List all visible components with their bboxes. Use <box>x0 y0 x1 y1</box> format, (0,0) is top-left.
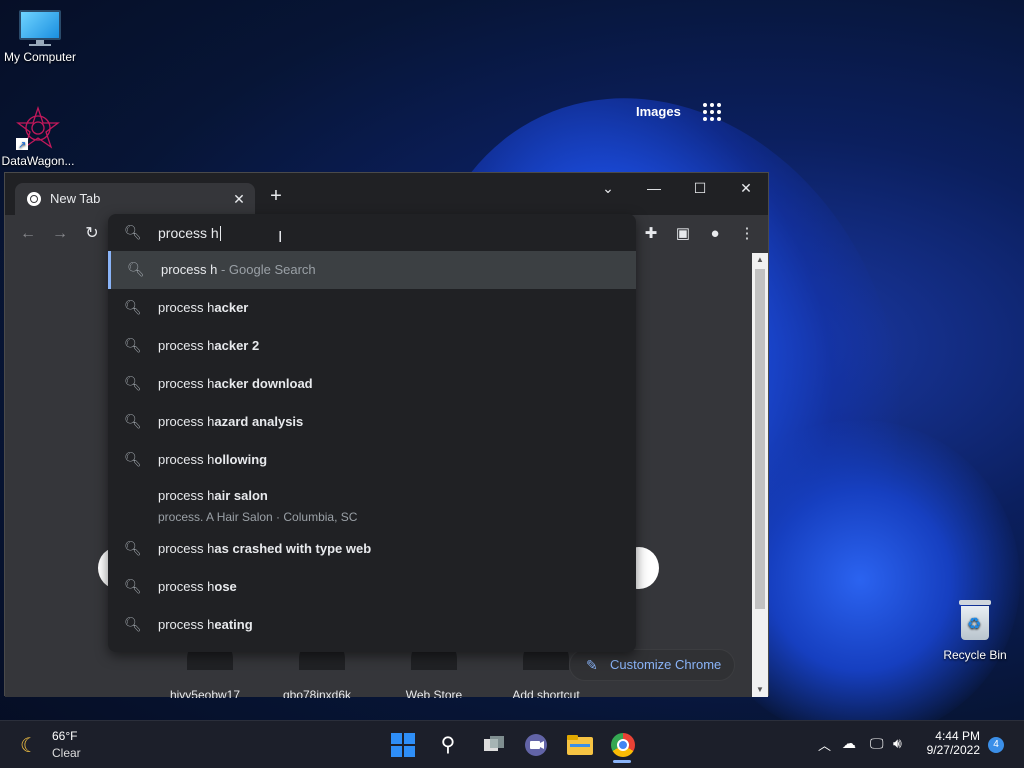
google-apps-grid-icon[interactable] <box>703 103 721 121</box>
svg-text:↗: ↗ <box>18 140 26 150</box>
desktop-icon-label: DataWagon... <box>1 154 75 168</box>
new-tab-button[interactable]: + <box>265 185 287 207</box>
scroll-down-arrow-icon[interactable]: ▼ <box>752 683 768 697</box>
notification-badge[interactable]: 4 <box>988 737 1004 753</box>
search-icon: 🔍︎ <box>124 413 142 429</box>
maximize-button[interactable]: ☐ <box>677 173 723 203</box>
address-bar[interactable]: 🔍︎ process h <box>108 214 636 252</box>
suggestion-item[interactable]: 🔍︎ process has crashed with type web <box>108 530 636 568</box>
search-icon: 🔍︎ <box>124 578 142 594</box>
scroll-up-arrow-icon[interactable]: ▲ <box>752 253 768 267</box>
page-scrollbar[interactable]: ▲ ▼ <box>752 253 768 697</box>
scroll-thumb[interactable] <box>755 269 765 609</box>
tab-close-icon[interactable]: ✕ <box>229 189 249 209</box>
file-explorer-icon[interactable] <box>564 729 596 761</box>
search-icon: 🔍︎ <box>124 451 142 467</box>
side-panel-icon[interactable]: ▣ <box>672 223 694 245</box>
weather-desc: Clear <box>52 746 81 760</box>
shortcut-label[interactable]: qbo78inxd6k <box>272 688 362 698</box>
weather-temp: 66°F <box>52 729 78 743</box>
tab-title: New Tab <box>50 191 101 206</box>
search-icon: 🔍︎ <box>124 337 142 353</box>
suggestion-item[interactable]: 🔍︎ process hacker 2 <box>108 327 636 365</box>
suggestion-item[interactable]: 🔍︎ process heating <box>108 606 636 644</box>
reload-icon[interactable]: ↻ <box>81 223 103 245</box>
search-icon: 🔍︎ <box>124 375 142 391</box>
clock-time: 4:44 PM <box>935 729 980 743</box>
datawagon-logo-icon: ↗ <box>16 105 60 151</box>
minimize-button[interactable]: — <box>631 173 677 203</box>
desktop-icon-label: Recycle Bin <box>943 648 1007 662</box>
show-hidden-icons-chevron-icon[interactable]: ︿ <box>818 735 831 754</box>
suggestion-item[interactable]: 🔍︎ process hacker download <box>108 365 636 403</box>
text-cursor-ibeam-icon: I <box>278 229 283 246</box>
suggestion-item-entity[interactable]: process hair salon process. A Hair Salon… <box>108 479 636 535</box>
address-input[interactable]: process h <box>158 225 221 241</box>
desktop-icon-my-computer[interactable]: My Computer <box>0 10 80 64</box>
moon-icon: ☾ <box>20 735 38 757</box>
onedrive-cloud-icon[interactable]: ☁ <box>842 735 856 752</box>
suggestion-item[interactable]: 🔍︎ process hose <box>108 568 636 606</box>
shortcut-label[interactable]: hiyy5eobw17 <box>160 688 250 698</box>
search-icon: 🔍︎ <box>124 616 142 632</box>
clock[interactable]: 4:44 PM 9/27/2022 <box>927 729 980 757</box>
close-window-button[interactable]: ✕ <box>723 173 769 203</box>
network-icon[interactable]: 🖵︎ <box>870 735 884 752</box>
desktop-icon-recycle-bin[interactable]: ♻ Recycle Bin <box>935 598 1015 662</box>
suggestion-item[interactable]: 🔍︎ process hazard analysis <box>108 403 636 441</box>
omnibox-dropdown: 🔍︎ process h 🔍︎ process h - Google Searc… <box>108 214 636 652</box>
profile-avatar-icon[interactable]: ● <box>704 223 726 245</box>
search-icon[interactable]: ⚲ <box>432 729 464 761</box>
desktop-icon-label: My Computer <box>3 50 77 64</box>
back-arrow-icon[interactable]: ← <box>17 223 39 245</box>
suggestion-subtitle: process. A Hair Salon · Columbia, SC <box>158 510 358 524</box>
desktop-icon-datawagon[interactable]: ↗ DataWagon... <box>0 105 78 168</box>
suggestion-item[interactable]: 🔍︎ process hacker <box>108 289 636 327</box>
search-icon: 🔍︎ <box>124 224 142 240</box>
teams-chat-icon[interactable] <box>520 729 552 761</box>
suggestion-item[interactable]: 🔍︎ process h - Google Search <box>108 251 636 289</box>
images-link[interactable]: Images <box>636 104 681 119</box>
recycle-bin-icon: ♻ <box>957 598 993 642</box>
active-app-indicator <box>613 760 631 763</box>
title-bar: New Tab ✕ + ⌄ — ☐ ✕ <box>5 173 768 215</box>
search-icon: 🔍︎ <box>127 261 145 277</box>
suggestion-item[interactable]: 🔍︎ process hollowing <box>108 441 636 479</box>
extensions-puzzle-icon[interactable]: ✚ <box>640 223 662 245</box>
shortcut-label[interactable]: Add shortcut <box>501 688 591 698</box>
customize-chrome-button[interactable]: ✎ Customize Chrome <box>569 649 735 681</box>
menu-kebab-icon[interactable]: ⋮ <box>736 223 758 245</box>
clock-date: 9/27/2022 <box>926 743 980 757</box>
volume-speaker-icon[interactable]: 🔊︎ <box>893 735 902 752</box>
computer-icon <box>19 10 61 46</box>
customize-chrome-label: Customize Chrome <box>610 657 722 672</box>
search-icon: 🔍︎ <box>124 299 142 315</box>
search-icon: 🔍︎ <box>124 540 142 556</box>
forward-arrow-icon[interactable]: → <box>49 223 71 245</box>
task-view-icon[interactable] <box>478 729 510 761</box>
start-windows-icon[interactable] <box>386 729 418 761</box>
tab-search-icon[interactable]: ⌄ <box>585 173 631 203</box>
shortcut-label[interactable]: Web Store <box>389 688 479 698</box>
taskbar: ☾ 66°F Clear ⚲ ︿ ☁ 🖵︎ 🔊︎ 4:44 PM 9/27/20… <box>0 720 1024 768</box>
pencil-icon: ✎ <box>586 657 598 673</box>
chrome-favicon-icon <box>27 192 41 206</box>
tab-new-tab[interactable]: New Tab ✕ <box>15 183 255 215</box>
chrome-taskbar-icon[interactable] <box>607 729 639 761</box>
